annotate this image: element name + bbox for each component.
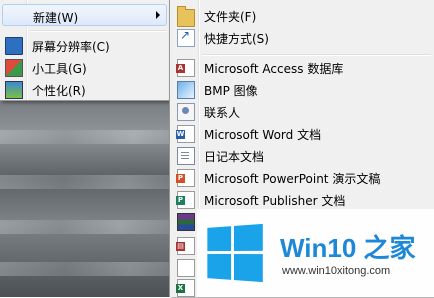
powerpoint-icon: P bbox=[176, 169, 195, 187]
submenu-item-label: Microsoft Publisher 文档 bbox=[204, 194, 346, 208]
access-icon: A bbox=[176, 59, 195, 77]
archive-icon bbox=[177, 213, 195, 231]
contact-icon bbox=[177, 103, 195, 121]
watermark-url: www.win10xitong.com bbox=[282, 265, 391, 277]
monitor-icon bbox=[5, 37, 23, 55]
submenu-item-label: 日记本文档 bbox=[204, 150, 265, 164]
submenu-item-label: Microsoft PowerPoint 演示文稿 bbox=[204, 172, 381, 186]
menu-separator bbox=[30, 30, 167, 32]
submenu-item-label: Microsoft Word 文档 bbox=[204, 128, 322, 142]
bmp-image-icon bbox=[177, 81, 195, 99]
wallpaper-detail bbox=[0, 220, 180, 234]
journal-icon bbox=[177, 147, 195, 165]
excel-icon: X bbox=[176, 279, 195, 297]
submenu-item-bmp-image[interactable]: BMP 图像 bbox=[172, 78, 433, 100]
wallpaper-detail bbox=[0, 175, 190, 189]
menu-item-new[interactable]: 新建(W) bbox=[2, 4, 167, 26]
submenu-item-label: 联系人 bbox=[204, 106, 241, 120]
submenu-item-powerpoint[interactable]: P Microsoft PowerPoint 演示文稿 bbox=[172, 166, 433, 188]
watermark-brand: Win10 之家 bbox=[280, 233, 416, 263]
publisher-icon: P bbox=[176, 191, 195, 209]
word-icon: W bbox=[176, 125, 195, 143]
submenu-item-folder[interactable]: 文件夹(F) bbox=[172, 4, 433, 27]
submenu-item-shortcut[interactable]: 快捷方式(S) bbox=[172, 26, 433, 48]
submenu-item-contact[interactable]: 联系人 bbox=[172, 100, 433, 122]
shortcut-icon bbox=[177, 28, 195, 47]
submenu-item-label: BMP 图像 bbox=[204, 84, 258, 98]
menu-item-gadgets[interactable]: 小工具(G) bbox=[2, 56, 167, 78]
submenu-item-label: Microsoft Access 数据库 bbox=[204, 62, 344, 76]
document-icon: ▤ bbox=[176, 237, 195, 255]
personalize-icon bbox=[5, 81, 23, 99]
submenu-arrow-icon bbox=[156, 11, 160, 19]
submenu-item-word-document[interactable]: W Microsoft Word 文档 bbox=[172, 122, 433, 144]
gadget-icon bbox=[5, 59, 23, 77]
menu-item-label: 屏幕分辨率(C) bbox=[32, 40, 110, 54]
submenu-item-publisher[interactable]: P Microsoft Publisher 文档 bbox=[172, 188, 433, 210]
desktop-context-menu: 新建(W) 屏幕分辨率(C) 小工具(G) 个性化(R) bbox=[0, 0, 170, 101]
windows-logo-icon bbox=[207, 223, 263, 283]
submenu-item-journal-document[interactable]: 日记本文档 bbox=[172, 144, 433, 166]
menu-item-screen-resolution[interactable]: 屏幕分辨率(C) bbox=[2, 34, 167, 56]
submenu-item-access-database[interactable]: A Microsoft Access 数据库 bbox=[172, 56, 433, 78]
folder-icon bbox=[177, 6, 195, 27]
menu-item-label: 个性化(R) bbox=[32, 84, 86, 98]
menu-item-label: 小工具(G) bbox=[32, 62, 87, 76]
menu-item-label: 新建(W) bbox=[33, 11, 79, 25]
wallpaper-detail bbox=[0, 262, 195, 276]
submenu-item-label: 快捷方式(S) bbox=[204, 32, 269, 46]
submenu-item-label: 文件夹(F) bbox=[204, 10, 257, 24]
text-document-icon bbox=[177, 259, 195, 277]
menu-item-personalize[interactable]: 个性化(R) bbox=[2, 78, 167, 100]
